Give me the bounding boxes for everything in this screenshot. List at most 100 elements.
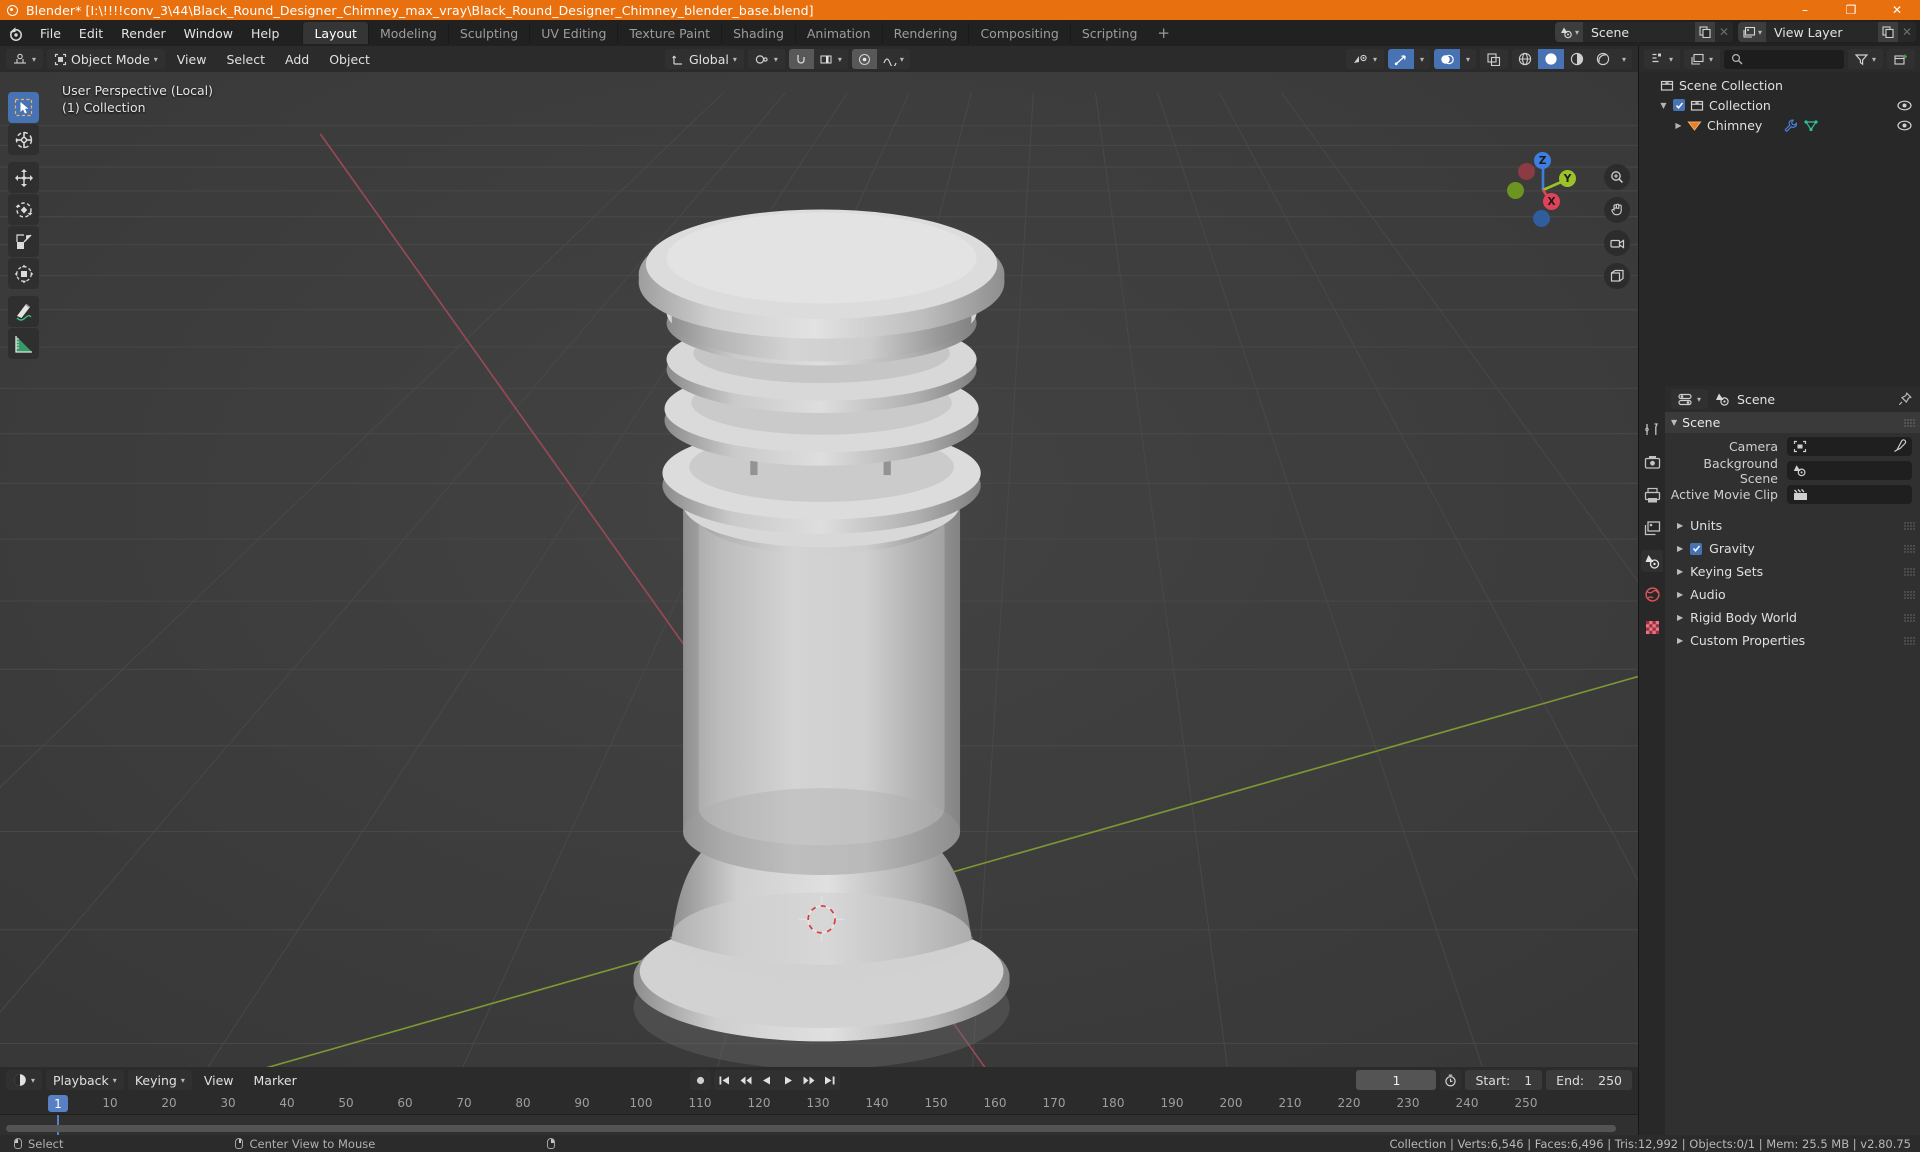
tool-measure[interactable] (8, 328, 39, 359)
outliner-row-scene-collection[interactable]: Scene Collection (1639, 75, 1920, 95)
zoom-view-button[interactable] (1604, 164, 1630, 190)
section-gravity[interactable]: ▶ Gravity (1665, 538, 1920, 559)
gizmo-axis-z[interactable]: Z (1534, 152, 1551, 169)
viewport-menu-select[interactable]: Select (218, 49, 273, 69)
previous-keyframe-button[interactable] (735, 1070, 756, 1090)
gizmo-axis-x[interactable]: X (1543, 193, 1560, 210)
section-custom-properties[interactable]: ▶ Custom Properties (1665, 630, 1920, 651)
gizmo-axis-neg-z[interactable] (1533, 210, 1550, 227)
next-keyframe-button[interactable] (798, 1070, 819, 1090)
viewport-menu-view[interactable]: View (169, 49, 215, 69)
unlink-scene-button[interactable]: ✕ (1714, 22, 1733, 42)
timeline-editor-type-button[interactable]: ▾ (6, 1070, 43, 1090)
snap-toggle-button[interactable] (788, 49, 814, 69)
hide-in-viewport-icon[interactable] (1897, 120, 1912, 131)
tool-annotate[interactable] (8, 296, 39, 327)
scene-camera-field[interactable] (1787, 437, 1912, 456)
workspace-tab-texture-paint[interactable]: Texture Paint (617, 22, 721, 44)
shading-wireframe-button[interactable] (1512, 49, 1538, 69)
timeline-menu-keying[interactable]: Keying ▾ (127, 1070, 192, 1090)
pin-icon[interactable] (1898, 392, 1912, 406)
menu-render[interactable]: Render (112, 23, 175, 43)
workspace-tab-scripting[interactable]: Scripting (1069, 22, 1149, 44)
shading-rendered-button[interactable] (1590, 49, 1616, 69)
timeline-body[interactable] (0, 1115, 1638, 1135)
gizmo-options-button[interactable]: ▾ (1414, 49, 1430, 69)
menu-file[interactable]: File (31, 23, 70, 43)
pivot-point-selector[interactable]: ▾ (747, 49, 785, 69)
tool-transform[interactable] (8, 258, 39, 289)
frame-start-field[interactable]: Start: 1 (1465, 1070, 1543, 1090)
toggle-xray-button[interactable] (1479, 49, 1508, 69)
proportional-falloff-selector[interactable]: ▾ (877, 49, 910, 69)
menu-window[interactable]: Window (175, 23, 242, 43)
maximize-button[interactable]: ❐ (1828, 0, 1874, 20)
tool-cursor[interactable] (8, 124, 39, 155)
workspace-tab-compositing[interactable]: Compositing (968, 22, 1069, 44)
proportional-edit-toggle[interactable] (851, 49, 877, 69)
workspace-tab-animation[interactable]: Animation (794, 22, 882, 44)
3d-viewport[interactable]: User Perspective (Local) (1) Collection (0, 72, 1638, 1067)
view-layer-selector[interactable]: ▾ View Layer ✕ (1737, 22, 1916, 42)
properties-tab-texture[interactable] (1641, 616, 1663, 638)
properties-tab-output[interactable] (1641, 484, 1663, 506)
camera-view-button[interactable] (1604, 230, 1630, 256)
tool-select-box[interactable] (8, 92, 39, 123)
view-layer-datablock-icon[interactable]: ▾ (1737, 22, 1766, 42)
move-view-button[interactable] (1604, 197, 1630, 223)
gizmo-axis-y[interactable]: Y (1559, 170, 1576, 187)
object-mode-selector[interactable]: Object Mode ▾ (47, 49, 165, 69)
menu-help[interactable]: Help (242, 23, 289, 43)
scene-panel-header[interactable]: ▼ Scene (1665, 412, 1920, 433)
current-frame-indicator[interactable]: 1 (48, 1095, 68, 1112)
timeline-menu-playback[interactable]: Playback ▾ (46, 1070, 124, 1090)
background-scene-field[interactable] (1787, 461, 1912, 480)
transform-orientation-selector[interactable]: Global ▾ (665, 49, 744, 69)
play-button[interactable] (777, 1070, 798, 1090)
properties-tab-view-layer[interactable] (1641, 517, 1663, 539)
show-overlays-button[interactable] (1433, 49, 1460, 69)
timeline-scrollbar[interactable] (6, 1125, 1616, 1132)
editor-type-button[interactable]: ▾ (6, 49, 44, 69)
overlay-options-button[interactable]: ▾ (1460, 49, 1476, 69)
scene-selector[interactable]: ▾ Scene ✕ (1554, 22, 1733, 42)
tool-move[interactable] (8, 162, 39, 193)
remove-view-layer-button[interactable]: ✕ (1898, 22, 1916, 42)
section-audio[interactable]: ▶ Audio (1665, 584, 1920, 605)
blender-logo-icon[interactable] (6, 24, 25, 43)
scene-name[interactable]: Scene (1582, 22, 1695, 42)
timeline-menu-marker[interactable]: Marker (246, 1070, 305, 1090)
viewport-menu-add[interactable]: Add (277, 49, 317, 69)
object-visibility-button[interactable]: ▾ (1345, 49, 1384, 69)
navigation-gizmo[interactable]: Z Y X (1506, 150, 1580, 227)
properties-tab-world[interactable] (1641, 583, 1663, 605)
properties-tab-tool[interactable] (1641, 418, 1663, 440)
disclosure-triangle[interactable]: ▶ (1672, 121, 1685, 130)
toggle-orthographic-button[interactable] (1604, 263, 1630, 289)
scene-datablock-icon[interactable]: ▾ (1554, 22, 1583, 42)
section-keying-sets[interactable]: ▶ Keying Sets (1665, 561, 1920, 582)
properties-editor-type-button[interactable]: ▾ (1671, 389, 1709, 409)
menu-edit[interactable]: Edit (70, 23, 112, 43)
outliner-editor-type-button[interactable]: ▾ (1644, 49, 1681, 69)
eyedropper-icon[interactable] (1893, 439, 1907, 453)
outliner-display-mode-button[interactable]: ▾ (1684, 49, 1721, 69)
jump-to-end-button[interactable] (819, 1070, 840, 1090)
new-collection-button[interactable] (1887, 49, 1915, 69)
properties-tab-scene[interactable] (1641, 550, 1663, 572)
use-preview-range-button[interactable] (1440, 1070, 1462, 1090)
frame-end-field[interactable]: End: 250 (1546, 1070, 1632, 1090)
disclosure-triangle[interactable]: ▼ (1657, 101, 1670, 110)
properties-tab-render[interactable] (1641, 451, 1663, 473)
tool-scale[interactable] (8, 226, 39, 257)
add-workspace-button[interactable]: + (1148, 22, 1179, 44)
timeline-menu-view[interactable]: View (196, 1070, 242, 1090)
show-gizmo-button[interactable] (1387, 49, 1414, 69)
shading-solid-button[interactable] (1537, 49, 1564, 69)
workspace-tab-uv-editing[interactable]: UV Editing (529, 22, 617, 44)
modifier-wrench-icon[interactable] (1784, 119, 1798, 132)
mesh-data-icon[interactable] (1804, 119, 1818, 132)
viewport-menu-object[interactable]: Object (321, 49, 378, 69)
new-scene-button[interactable] (1694, 22, 1715, 42)
play-reverse-button[interactable] (756, 1070, 777, 1090)
